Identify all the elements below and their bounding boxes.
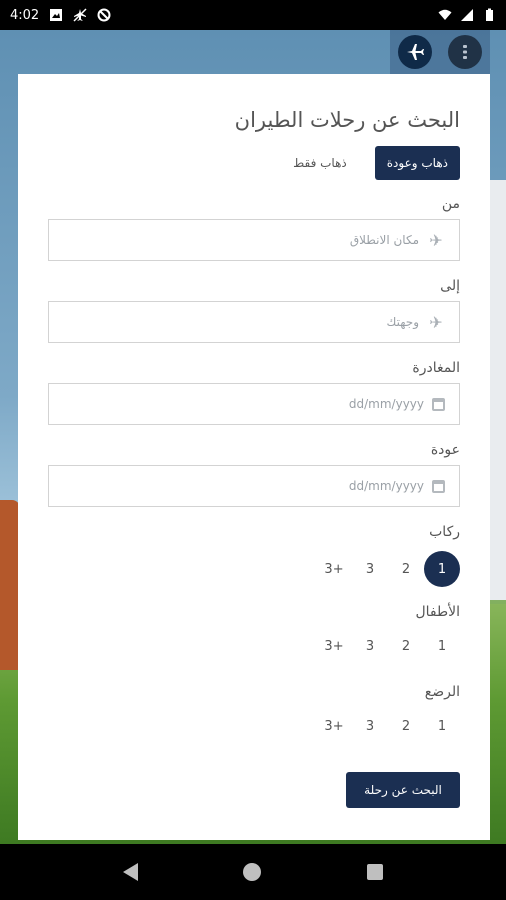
flight-search-card: البحث عن رحلات الطيران ذهاب وعودة ذهاب ف… [18,74,490,840]
background-building [490,180,506,600]
status-bar: 4:02 [0,0,506,30]
departure-label: المغادرة [412,360,460,376]
departure-placeholder: dd/mm/yyyy [348,397,424,411]
back-icon[interactable] [122,863,138,881]
to-placeholder: وجهتك [386,315,419,329]
passengers-option-2[interactable]: 2 [388,551,424,587]
return-placeholder: dd/mm/yyyy [348,479,424,493]
infants-option-1[interactable]: 1 [424,708,460,744]
system-nav-bar [0,844,506,900]
background-rock [0,500,20,670]
children-option-3[interactable]: 3 [352,628,388,664]
from-label: من [441,196,460,212]
passengers-option-1[interactable]: 1 [424,551,460,587]
to-field[interactable]: ✈ وجهتك [48,301,460,343]
passengers-label: ركاب [429,524,460,540]
photo-notification-icon [50,9,63,21]
airplane-icon: ✈ [429,312,443,332]
trip-type-toggle: ذهاب وعودة ذهاب فقط [293,146,460,180]
round-trip-button[interactable]: ذهاب وعودة [374,146,460,180]
search-flight-button[interactable]: البحث عن رحلة [346,772,460,808]
signal-icon [461,9,473,21]
airplane-icon [407,44,424,60]
calendar-icon [432,397,445,411]
children-option-more[interactable]: +3 [316,628,352,664]
infants-option-3[interactable]: 3 [352,708,388,744]
battery-icon [486,8,493,21]
infants-label: الرضع [424,684,460,700]
passengers-option-more[interactable]: +3 [316,551,352,587]
airplane-icon: ✈ [429,230,443,250]
menu-button[interactable] [448,35,482,69]
status-time: 4:02 [10,7,40,23]
to-label: إلى [440,278,460,294]
passengers-option-3[interactable]: 3 [352,551,388,587]
from-field[interactable]: ✈ مكان الانطلاق [48,219,460,261]
return-label: عودة [430,442,460,458]
flight-nav-button[interactable] [398,35,432,69]
menu-icon [463,45,467,59]
from-placeholder: مكان الانطلاق [349,233,419,247]
infants-option-more[interactable]: +3 [316,708,352,744]
header-nav [390,30,490,74]
departure-date-field[interactable]: dd/mm/yyyy [48,383,460,425]
recent-apps-icon[interactable] [367,864,384,880]
one-way-button[interactable]: ذهاب فقط [293,156,347,170]
wifi-icon [438,9,452,20]
return-date-field[interactable]: dd/mm/yyyy [48,465,460,507]
home-icon[interactable] [243,863,262,881]
page-title: البحث عن رحلات الطيران [234,108,460,132]
children-option-1[interactable]: 1 [424,628,460,664]
children-option-2[interactable]: 2 [388,628,424,664]
passengers-selector: 1 2 3 +3 [316,551,460,587]
infants-selector: 1 2 3 +3 [316,708,460,744]
children-label: الأطفال [415,604,460,620]
data-saver-icon [97,8,111,22]
infants-option-2[interactable]: 2 [388,708,424,744]
children-selector: 1 2 3 +3 [316,628,460,664]
calendar-icon [432,479,445,493]
airplane-mode-icon [73,8,87,22]
